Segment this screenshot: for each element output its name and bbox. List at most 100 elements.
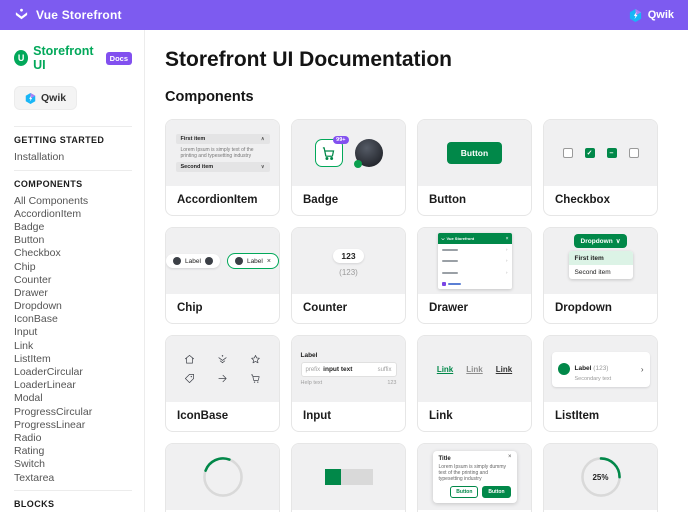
header-framework-link[interactable]: Qwik [629,8,674,22]
sidebar-item-counter[interactable]: Counter [14,274,132,287]
component-card-listitem[interactable]: Label (123) Secondary text › ListItem [543,335,658,432]
sidebar: U Storefront UI Docs Qwik GETTING STARTE… [0,30,145,512]
dropdown-menu-item: First item [568,251,633,265]
component-card-loaderlinear[interactable]: LoaderLinear [291,443,406,512]
card-label: IconBase [177,410,229,422]
list-item-avatar [557,363,570,375]
card-label: Drawer [429,302,468,314]
component-card-button[interactable]: Button Button [417,119,532,216]
drawer-footer-link [438,279,512,289]
sidebar-item-drawer[interactable]: Drawer [14,287,132,300]
chevron-down-icon: ∨ [615,238,621,245]
component-card-checkbox[interactable]: ✓ – Checkbox [543,119,658,216]
sidebar-item-iconbase[interactable]: IconBase [14,313,132,326]
home-icon [184,354,195,365]
text-input: prefix input text suffix [300,362,397,377]
chevron-right-icon: › [506,258,508,263]
arrow-right-icon [217,373,228,384]
link-neutral: Link [495,364,513,374]
sidebar-item-checkbox[interactable]: Checkbox [14,247,132,260]
qwik-logo-icon [629,8,642,22]
input-preview: Label prefix input text suffix Help text… [292,336,405,402]
sidebar-item-accordionitem[interactable]: AccordionItem [14,208,132,221]
avatar [353,139,383,168]
checkbox-unchecked [562,148,573,158]
button-preview: Button [418,120,531,186]
accordion-second-item: Second item [180,164,214,170]
close-icon: × [266,257,271,265]
iconbase-preview [166,336,279,402]
sample-button: Button [446,142,503,164]
modal-title: Title [438,456,451,462]
checkbox-checked: ✓ [584,148,595,158]
component-card-link[interactable]: Link Link Link Link [417,335,532,432]
sidebar-item-textarea[interactable]: Textarea [14,472,132,485]
list-item-label: Label [574,364,592,372]
sidebar-item-rating[interactable]: Rating [14,445,132,458]
chip-thumbnail-icon [204,257,213,265]
sidebar-item-button[interactable]: Button [14,234,132,247]
sidebar-item-badge[interactable]: Badge [14,221,132,234]
input-prefix: prefix [305,366,321,373]
component-card-badge[interactable]: 99+ Badge [291,119,406,216]
sidebar-divider [14,169,132,171]
chip-thumbnail-icon [234,257,243,265]
sidebar-item-link[interactable]: Link [14,340,132,353]
header-brand[interactable]: Vue Storefront [14,8,122,23]
dropdown-trigger-button: Dropdown ∨ [573,234,628,248]
sidebar-item-progresslinear[interactable]: ProgressLinear [14,419,132,432]
component-card-progresscircular[interactable]: 25% ProgressCircular [543,443,658,512]
component-card-counter[interactable]: 123 (123) Counter [291,227,406,324]
sidebar-item-listitem[interactable]: ListItem [14,353,132,366]
card-label: Link [429,410,453,422]
component-card-dropdown[interactable]: Dropdown ∨ First item Second item Dropdo… [543,227,658,324]
progresscircular-preview: 25% [544,444,657,510]
components-grid: First item ∧ Lorem Ipsum is simply text o… [165,119,688,512]
card-label: Checkbox [555,194,610,206]
component-card-input[interactable]: Label prefix input text suffix Help text… [291,335,406,432]
vue-storefront-logo-icon [14,8,29,23]
card-label: AccordionItem [177,194,258,206]
sidebar-brand-label: Storefront UI [33,44,94,72]
card-label: Counter [303,302,348,314]
input-suffix: suffix [377,366,392,373]
component-card-accordionitem[interactable]: First item ∧ Lorem Ipsum is simply text o… [165,119,280,216]
sidebar-item-chip[interactable]: Chip [14,261,132,274]
chevron-right-icon: › [506,246,508,252]
sidebar-item-progresscircular[interactable]: ProgressCircular [14,406,132,419]
sidebar-brand[interactable]: U Storefront UI Docs [14,44,132,72]
sidebar-item-dropdown[interactable]: Dropdown [14,300,132,313]
sidebar-item-switch[interactable]: Switch [14,458,132,471]
modal-secondary-button: Button [450,486,479,498]
component-card-loadercircular[interactable]: LoaderCircular [165,443,280,512]
counter-preview: 123 (123) [292,228,405,294]
component-card-drawer[interactable]: Vue Storefront × › › › Drawer [417,227,532,324]
loaderlinear-preview [292,444,405,510]
loadercircular-preview [166,444,279,510]
card-label: Input [303,410,332,422]
sidebar-section-title: GETTING STARTED [14,135,105,145]
component-card-iconbase[interactable]: IconBase [165,335,280,432]
sidebar-item-modal[interactable]: Modal [14,392,132,405]
vue-storefront-logo-icon [441,237,445,241]
component-card-modal[interactable]: × Title Lorem Ipsum is simply dummy text… [417,443,532,512]
docs-badge: Docs [105,51,132,65]
sidebar-divider [14,490,132,492]
input-value: input text [323,366,353,373]
component-card-chip[interactable]: Label Label × Chip [165,227,280,324]
sidebar-item-radio[interactable]: Radio [14,432,132,445]
sidebar-item-loadercircular[interactable]: LoaderCircular [14,366,132,379]
sidebar-item-loaderlinear[interactable]: LoaderLinear [14,379,132,392]
sidebar-item-all-components[interactable]: All Components [14,195,132,208]
dropdown-button-label: Dropdown [580,237,613,245]
sidebar-item-input[interactable]: Input [14,326,132,339]
chip-label: Label [185,257,201,265]
storefront-ui-logo-icon: U [14,50,29,66]
count-badge: 99+ [333,136,349,144]
sidebar-item-installation[interactable]: Installation [14,151,132,164]
qwik-logo-icon [25,92,36,104]
framework-selector-button[interactable]: Qwik [14,86,78,110]
top-navbar: Vue Storefront Qwik [0,0,688,30]
chevron-right-icon: › [506,269,508,275]
chip-label: Label [246,257,263,265]
